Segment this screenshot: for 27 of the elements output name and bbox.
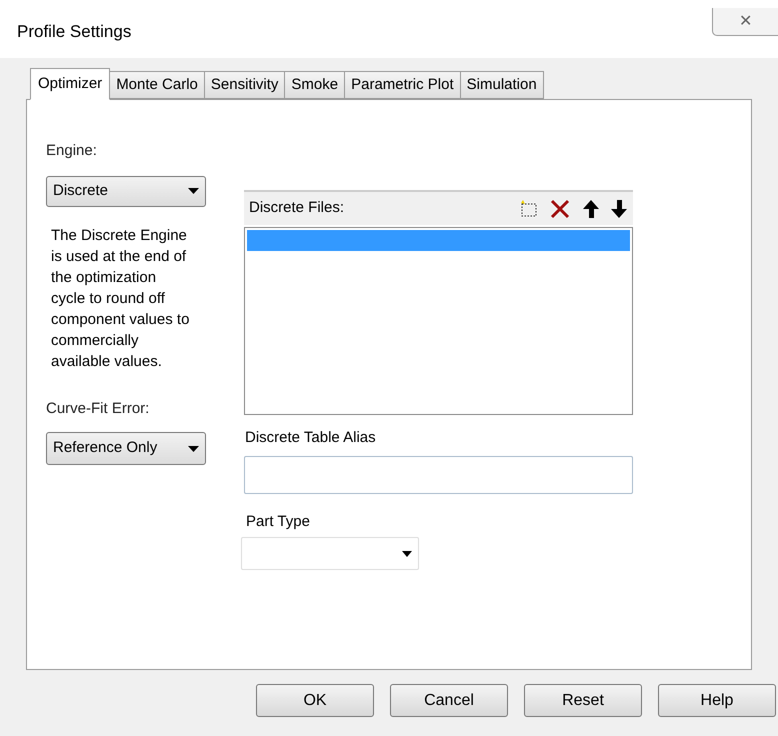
dialog-button[interactable]: OK xyxy=(256,684,374,717)
engine-label: Engine: xyxy=(46,141,98,161)
tab[interactable]: Smoke xyxy=(285,71,346,99)
tab[interactable]: Optimizer xyxy=(30,68,110,100)
tab[interactable]: Simulation xyxy=(460,71,544,99)
delete-icon[interactable] xyxy=(550,198,570,218)
tab[interactable]: Parametric Plot xyxy=(345,71,461,99)
caret-icon xyxy=(402,550,412,556)
dialog-button[interactable]: Cancel xyxy=(390,684,508,717)
engine-description: The Discrete Engine is used at the end of the optimization cycle to round off component values to commercially available values. xyxy=(51,226,190,372)
arrow-up-icon[interactable] xyxy=(582,198,600,218)
arrow-down-icon[interactable] xyxy=(610,198,628,218)
tab[interactable]: Monte Carlo xyxy=(110,71,205,99)
caret-icon xyxy=(188,446,199,452)
curve-fit-error-label: Curve-Fit Error: xyxy=(46,398,150,418)
engine-dropdown[interactable]: Discrete xyxy=(46,176,206,206)
window-title: Profile Settings xyxy=(17,21,132,43)
discrete-files-label: Discrete Files: xyxy=(249,198,344,218)
discrete-table-alias-field[interactable] xyxy=(244,456,633,494)
dialog-button[interactable]: Reset xyxy=(524,684,642,717)
close-button[interactable]: ✕ xyxy=(712,8,778,36)
curve-fit-error-dropdown[interactable]: Reference Only xyxy=(46,432,206,465)
discrete-table-alias-label: Discrete Table Alias xyxy=(245,428,377,448)
tab[interactable]: Sensitivity xyxy=(204,71,286,99)
caret-icon xyxy=(188,188,199,194)
dialog-button[interactable]: Help xyxy=(658,684,776,717)
part-type-label: Part Type xyxy=(246,512,311,532)
